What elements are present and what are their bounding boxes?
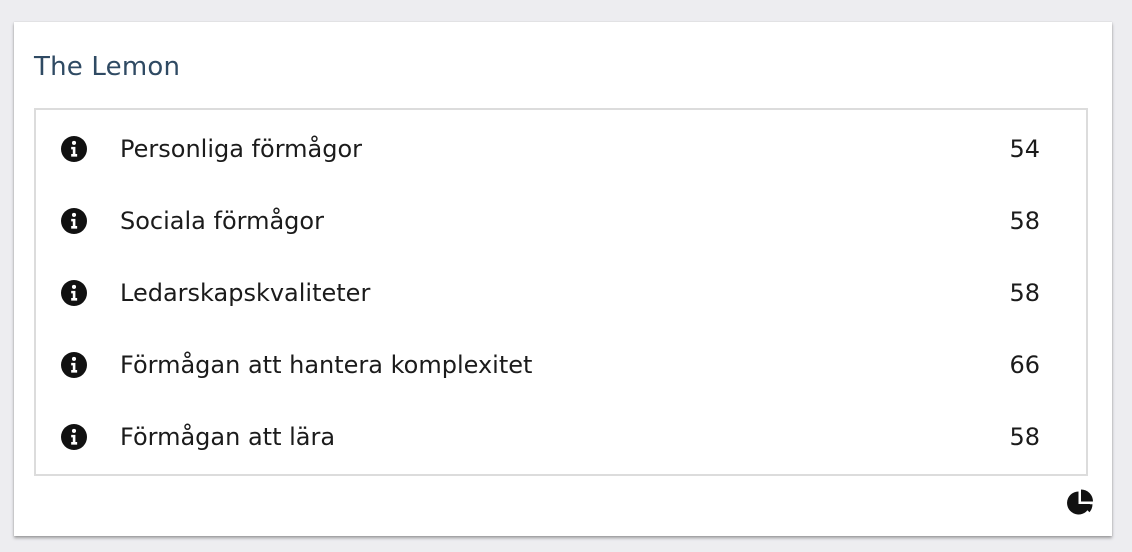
list-item-label: Personliga förmågor bbox=[120, 135, 363, 163]
list-item-value: 54 bbox=[1009, 135, 1040, 163]
info-icon[interactable] bbox=[61, 208, 87, 234]
info-icon[interactable] bbox=[61, 136, 87, 162]
list-item-value: 58 bbox=[1009, 207, 1040, 235]
list-item-label: Sociala förmågor bbox=[120, 207, 324, 235]
pie-chart-icon[interactable] bbox=[1066, 489, 1094, 517]
list-item-label: Ledarskapskvaliteter bbox=[120, 279, 371, 307]
score-list: Personliga förmågor 54 Sociala förmågor … bbox=[34, 108, 1088, 476]
info-icon[interactable] bbox=[61, 424, 87, 450]
info-icon[interactable] bbox=[61, 352, 87, 378]
list-item: Förmågan att hantera komplexitet 66 bbox=[36, 326, 1086, 398]
list-item-value: 58 bbox=[1009, 279, 1040, 307]
list-item: Ledarskapskvaliteter 58 bbox=[36, 254, 1086, 326]
list-item-value: 66 bbox=[1009, 351, 1040, 379]
profile-card: The Lemon Personliga förmågor 54 Sociala… bbox=[14, 22, 1112, 536]
list-item-label: Förmågan att lära bbox=[120, 423, 336, 451]
list-item-value: 58 bbox=[1009, 423, 1040, 451]
card-title: The Lemon bbox=[34, 52, 181, 82]
list-item: Personliga förmågor 54 bbox=[36, 110, 1086, 182]
list-item-label: Förmågan att hantera komplexitet bbox=[120, 351, 533, 379]
info-icon[interactable] bbox=[61, 280, 87, 306]
list-item: Förmågan att lära 58 bbox=[36, 398, 1086, 470]
list-item: Sociala förmågor 58 bbox=[36, 182, 1086, 254]
